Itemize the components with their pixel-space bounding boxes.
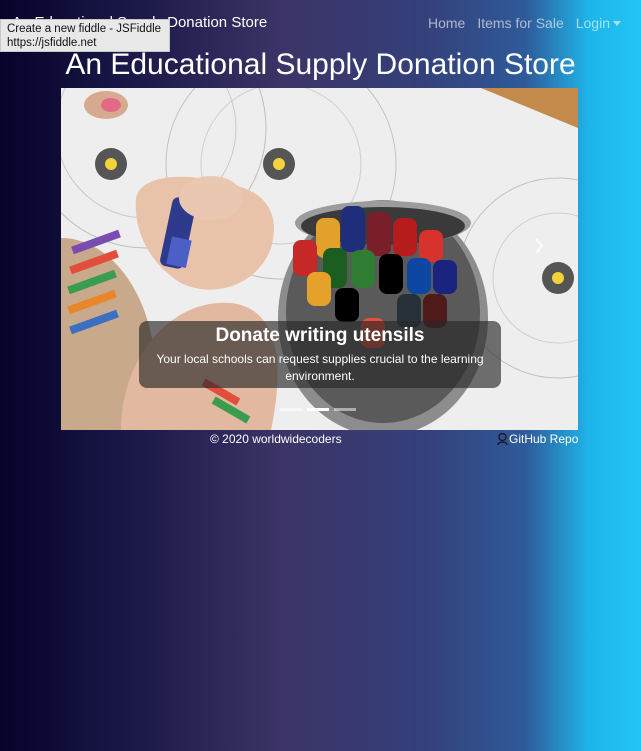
page-title: An Educational Supply Donation Store <box>65 48 576 81</box>
carousel-indicator-2[interactable] <box>307 408 329 411</box>
carousel-indicator-1[interactable] <box>280 408 302 411</box>
github-icon <box>497 433 508 445</box>
login-label: Login <box>575 15 610 31</box>
github-repo-label: GitHub Repo <box>509 432 579 446</box>
carousel-indicators <box>280 408 356 411</box>
chevron-down-icon <box>613 20 621 26</box>
caption-title: Donate writing utensils <box>215 325 425 346</box>
carousel-indicator-3[interactable] <box>334 408 356 411</box>
footer-copyright: © 2020 worldwidecoders <box>210 432 342 446</box>
carousel[interactable]: Donate writing utensils Your local schoo… <box>61 88 578 430</box>
carousel-next-button[interactable] <box>534 238 578 278</box>
nav-home-link[interactable]: Home <box>428 15 465 31</box>
nav-links: Home Items for Sale Login <box>428 15 621 31</box>
tooltip-title: Create a new fiddle - JSFiddle <box>7 23 162 35</box>
github-repo-link[interactable]: GitHub Repo <box>497 432 578 446</box>
caption-text: Your local schools can request supplies … <box>156 352 484 383</box>
nav-login-dropdown[interactable]: Login <box>576 15 621 31</box>
carousel-caption: Donate writing utensils Your local schoo… <box>139 321 501 388</box>
nav-items-link[interactable]: Items for Sale <box>477 15 563 31</box>
chevron-right-icon <box>535 238 544 254</box>
